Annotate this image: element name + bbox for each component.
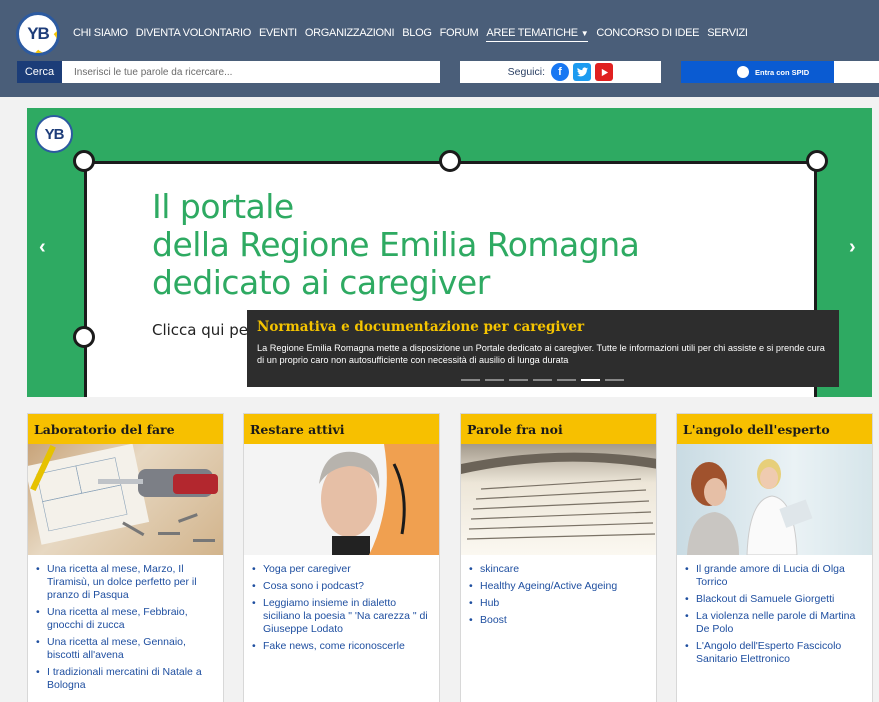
hero-carousel: YB Il portale della Regione Emilia Romag… [27, 108, 872, 397]
nav-item-diventa-volontario[interactable]: DIVENTA VOLONTARIO [136, 27, 252, 42]
nav-item-servizi[interactable]: SERVIZI [707, 27, 748, 42]
list-item[interactable]: Boost [469, 614, 650, 627]
facebook-icon[interactable]: f [551, 63, 569, 81]
nav-item-chi-siamo[interactable]: CHI SIAMO [73, 27, 128, 42]
list-item[interactable]: Il grande amore di Lucia di Olga Torrico [685, 563, 866, 589]
frame-handle [439, 150, 461, 172]
list-item[interactable]: skincare [469, 563, 650, 576]
carousel-indicator[interactable] [509, 379, 528, 381]
slide-headline: Il portale della Regione Emilia Romagna … [152, 187, 640, 302]
card-restare-attivi: Restare attivi Yoga per caregiver Cosa s… [243, 413, 440, 702]
spid-login-button[interactable]: Entra con SPID [681, 61, 834, 83]
carousel-indicators [461, 379, 624, 381]
list-item[interactable]: Yoga per caregiver [252, 563, 433, 576]
card-image-doctor-patient[interactable] [677, 444, 872, 555]
card-link-list: Una ricetta al mese, Marzo, Il Tiramisù,… [28, 555, 223, 692]
card-angolo-esperto: L'angolo dell'esperto Il grande amore di… [676, 413, 873, 702]
carousel-indicator[interactable] [581, 379, 600, 381]
caret-down-icon: ▼ [580, 29, 589, 38]
carousel-next-arrow[interactable]: › [849, 236, 856, 259]
nav-item-eventi[interactable]: EVENTI [259, 27, 297, 42]
slide-cta[interactable]: Clicca qui per [152, 321, 254, 339]
card-image-tools[interactable] [28, 444, 223, 555]
card-image-woman-portrait[interactable] [244, 444, 439, 555]
list-item[interactable]: Leggiamo insieme in dialetto siciliano l… [252, 597, 433, 636]
nav-item-aree-tematiche[interactable]: AREE TEMATICHE ▼ [486, 27, 589, 42]
card-title[interactable]: Parole fra noi [461, 414, 656, 444]
main-nav: CHI SIAMO DIVENTA VOLONTARIO EVENTI ORGA… [73, 27, 756, 42]
list-item[interactable]: Una ricetta al mese, Gennaio, biscotti a… [36, 636, 217, 662]
twitter-icon[interactable] [573, 63, 591, 81]
list-item[interactable]: Cosa sono i podcast? [252, 580, 433, 593]
list-item[interactable]: Blackout di Samuele Giorgetti [685, 593, 866, 606]
carousel-indicator[interactable] [557, 379, 576, 381]
search-bar: Cerca [17, 61, 440, 83]
caption-text: La Regione Emilia Romagna mette a dispos… [257, 343, 825, 365]
card-link-list: skincare Healthy Ageing/Active Ageing Hu… [461, 555, 656, 627]
carousel-indicator[interactable] [461, 379, 480, 381]
frame-handle [73, 326, 95, 348]
search-button[interactable]: Cerca [17, 61, 62, 83]
list-item[interactable]: I tradizionali mercatini di Natale a Bol… [36, 666, 217, 692]
slide-logo: YB [35, 115, 73, 153]
list-item[interactable]: Una ricetta al mese, Marzo, Il Tiramisù,… [36, 563, 217, 602]
card-image-dictionary[interactable] [461, 444, 656, 555]
list-item[interactable]: L'Angolo dell'Esperto Fascicolo Sanitari… [685, 640, 866, 666]
carousel-indicator[interactable] [605, 379, 624, 381]
list-item[interactable]: La violenza nelle parole di Martina De P… [685, 610, 866, 636]
card-title[interactable]: Restare attivi [244, 414, 439, 444]
carousel-indicator[interactable] [485, 379, 504, 381]
youtube-icon[interactable] [595, 63, 613, 81]
card-title[interactable]: L'angolo dell'esperto [677, 414, 872, 444]
slide-caption[interactable]: Normativa e documentazione per caregiver… [247, 310, 839, 387]
list-item[interactable]: Una ricetta al mese, Febbraio, gnocchi d… [36, 606, 217, 632]
frame-handle [73, 150, 95, 172]
carousel-indicator[interactable] [533, 379, 552, 381]
site-logo[interactable]: YB [16, 12, 60, 56]
social-links: Seguici: f [460, 61, 661, 83]
card-link-list: Il grande amore di Lucia di Olga Torrico… [677, 555, 872, 666]
nav-item-concorso-di-idee[interactable]: CONCORSO DI IDEE [596, 27, 699, 42]
list-item[interactable]: Hub [469, 597, 650, 610]
social-label: Seguici: [507, 66, 545, 78]
card-laboratorio-del-fare: Laboratorio del fare Una ricetta al mese… [27, 413, 224, 702]
card-link-list: Yoga per caregiver Cosa sono i podcast? … [244, 555, 439, 653]
card-title[interactable]: Laboratorio del fare [28, 414, 223, 444]
carousel-prev-arrow[interactable]: ‹ [39, 236, 46, 259]
nav-item-forum[interactable]: FORUM [440, 27, 479, 42]
frame-handle [806, 150, 828, 172]
site-header: YB CHI SIAMO DIVENTA VOLONTARIO EVENTI O… [0, 0, 879, 97]
caption-title: Normativa e documentazione per caregiver [257, 319, 585, 335]
user-icon [737, 66, 749, 78]
nav-item-blog[interactable]: BLOG [402, 27, 432, 42]
nav-item-organizzazioni[interactable]: ORGANIZZAZIONI [305, 27, 395, 42]
card-parole-fra-noi: Parole fra noi skincare Healthy Ageing/A… [460, 413, 657, 702]
list-item[interactable]: Fake news, come riconoscerle [252, 640, 433, 653]
list-item[interactable]: Healthy Ageing/Active Ageing [469, 580, 650, 593]
spid-area: Entra con SPID [681, 61, 879, 83]
search-input[interactable] [62, 61, 440, 83]
